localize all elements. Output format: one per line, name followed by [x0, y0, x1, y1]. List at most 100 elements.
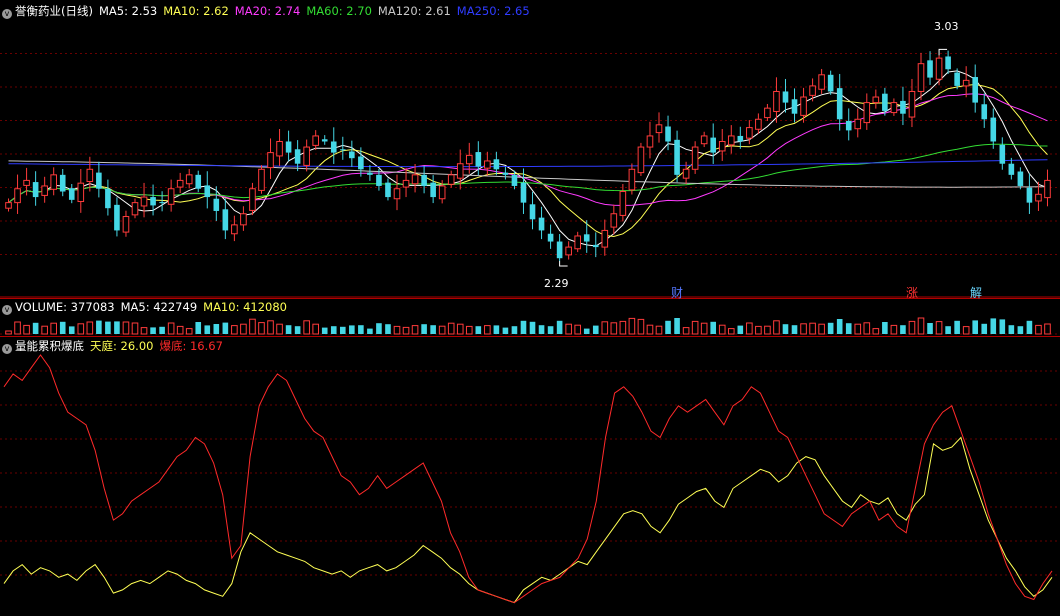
high-marker	[938, 48, 948, 56]
ma-legend: MA5: 2.53 MA10: 2.62 MA20: 2.74 MA60: 2.70 M…	[99, 4, 536, 18]
candle-body	[185, 174, 193, 185]
candle-body	[637, 146, 645, 174]
candle-body	[682, 168, 690, 179]
volume-bar	[773, 320, 780, 335]
candle-body	[105, 188, 111, 209]
candle-body	[791, 99, 798, 114]
candle-body	[276, 140, 283, 157]
volume-bar	[827, 322, 834, 334]
volume-bar	[484, 325, 491, 335]
candle-body	[77, 182, 85, 203]
badge-jie[interactable]: 解	[970, 284, 982, 301]
volume-bar	[456, 323, 464, 335]
candle-body	[86, 168, 94, 183]
candle-body	[854, 118, 862, 130]
candle-body	[484, 160, 491, 169]
indicator-title: 量能累积爆底	[15, 339, 84, 353]
volume-bar	[303, 320, 310, 335]
candle-body	[267, 152, 274, 169]
volume-bar	[358, 325, 364, 334]
volume-bar	[574, 324, 581, 335]
candle-body	[764, 107, 771, 119]
candle-body	[330, 141, 337, 153]
volume-bar	[900, 325, 906, 334]
candle-body	[800, 96, 807, 116]
candle-body	[438, 185, 446, 200]
candle-body	[818, 74, 825, 90]
candle-body	[385, 182, 391, 198]
volume-title: VOLUME: 377083	[15, 300, 115, 314]
candle-body	[691, 146, 699, 170]
candle-body	[1008, 163, 1015, 175]
volume-bar	[367, 328, 373, 334]
candle-body	[213, 198, 220, 211]
volume-bar	[529, 321, 536, 334]
candle-body	[538, 217, 545, 231]
candle-body	[655, 124, 663, 134]
volume-bar	[502, 327, 509, 334]
volume-bar	[276, 323, 283, 335]
volume-bar	[637, 318, 645, 335]
volume-bar	[5, 330, 12, 335]
candle-body	[737, 135, 744, 142]
candle-body	[863, 102, 871, 124]
candle-body	[511, 174, 518, 186]
badge-cai[interactable]: 财	[671, 284, 683, 301]
candle-body	[872, 96, 880, 104]
volume-bar	[990, 318, 997, 334]
candle-body	[1035, 193, 1042, 202]
volume-bar	[538, 325, 545, 334]
ma-legend-item: MA10: 2.62	[163, 4, 229, 18]
badge-zhang[interactable]: 涨	[906, 284, 918, 301]
candle-body	[14, 188, 21, 204]
volume-bar	[68, 326, 75, 334]
candle-body	[150, 197, 156, 206]
volume-panel[interactable]: v VOLUME: 377083 MA5: 422749 MA10: 412080	[0, 298, 1060, 336]
volume-bar	[628, 317, 636, 335]
volume-bar	[114, 321, 120, 334]
candle-body	[367, 172, 373, 175]
chevron-circle-icon[interactable]: v	[2, 344, 12, 354]
volume-bar	[240, 323, 247, 335]
candle-body	[475, 152, 482, 167]
ma-legend-item: MA120: 2.61	[377, 4, 451, 18]
volume-bar	[682, 327, 690, 335]
volume-bar	[809, 322, 816, 335]
chevron-circle-icon[interactable]: v	[2, 9, 12, 19]
candle-body	[5, 202, 12, 209]
volume-bar	[159, 326, 165, 334]
candle-body	[908, 90, 916, 118]
price-panel[interactable]: v 誉衡药业(日线) MA5: 2.53 MA10: 2.62 MA20: 2.74 MA…	[0, 0, 1060, 301]
indicator-panel[interactable]: v 量能累积爆底 天庭: 26.00 爆底: 16.67	[0, 337, 1060, 616]
volume-bar	[222, 322, 229, 334]
volume-bar	[863, 322, 871, 335]
candle-body	[430, 182, 436, 198]
volume-bar	[1017, 326, 1024, 334]
candle-body	[900, 100, 906, 114]
volume-bar	[917, 317, 925, 335]
candlestick-chart[interactable]	[0, 0, 1060, 298]
volume-bar	[23, 324, 30, 335]
indicator-chart[interactable]	[0, 337, 1060, 616]
volume-bar	[493, 325, 500, 334]
volume-bar	[385, 324, 391, 334]
chevron-circle-icon[interactable]: v	[2, 305, 12, 315]
candle-body	[809, 85, 816, 96]
volume-bar	[294, 326, 301, 334]
volume-bar	[718, 324, 726, 335]
candle-body	[700, 135, 708, 145]
volume-bar	[601, 321, 609, 335]
volume-bar	[1044, 323, 1051, 335]
candle-body	[167, 188, 175, 205]
volume-bar	[421, 324, 427, 334]
candle-body	[285, 141, 292, 153]
candle-body	[50, 174, 57, 190]
badi-line	[3, 354, 1053, 604]
candle-body	[1044, 179, 1051, 199]
candle-body	[836, 88, 843, 120]
volume-bar	[927, 323, 933, 334]
candle-body	[610, 213, 618, 228]
candle-body	[456, 163, 464, 179]
volume-bar	[438, 325, 446, 335]
candle-body	[339, 149, 346, 151]
